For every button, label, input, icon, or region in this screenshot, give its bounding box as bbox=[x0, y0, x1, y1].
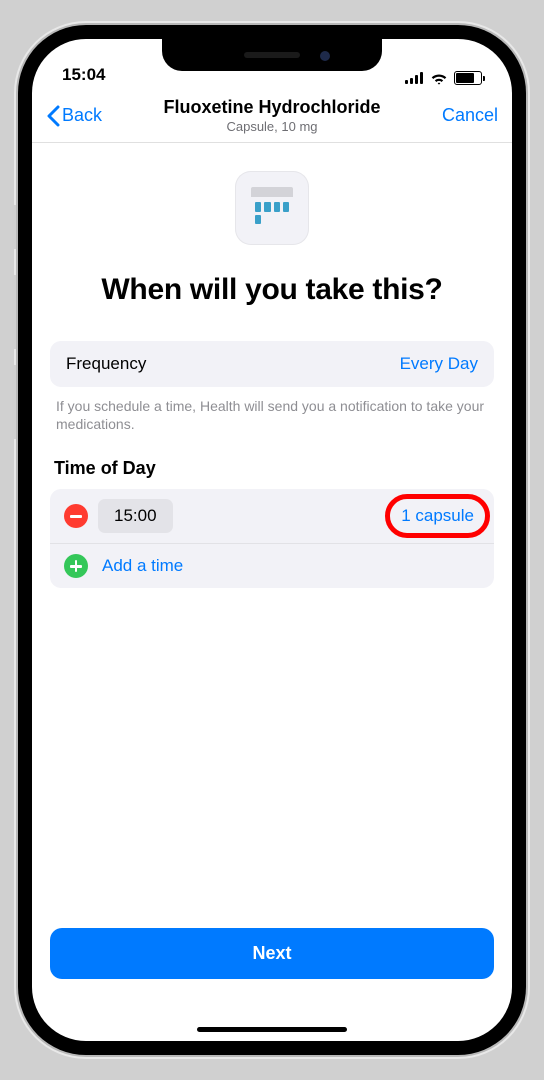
screen: 15:04 Back Fluoxetine Hydrochloride bbox=[32, 39, 512, 1041]
back-label: Back bbox=[62, 105, 102, 126]
time-picker[interactable]: 15:00 bbox=[98, 499, 173, 533]
chevron-left-icon bbox=[46, 105, 60, 127]
add-time-row[interactable]: Add a time bbox=[50, 544, 494, 588]
time-of-day-list: 15:00 1 capsule Add a time bbox=[50, 489, 494, 588]
status-time: 15:04 bbox=[62, 65, 105, 85]
battery-icon bbox=[454, 71, 482, 85]
wifi-icon bbox=[430, 72, 448, 85]
frequency-row[interactable]: Frequency Every Day bbox=[50, 341, 494, 387]
dose-button[interactable]: 1 capsule bbox=[395, 504, 480, 528]
remove-time-button[interactable] bbox=[64, 504, 88, 528]
cellular-icon bbox=[405, 72, 424, 84]
hint-text: If you schedule a time, Health will send… bbox=[56, 397, 488, 435]
nav-subtitle: Capsule, 10 mg bbox=[126, 119, 418, 134]
page-heading: When will you take this? bbox=[50, 271, 494, 309]
home-indicator[interactable] bbox=[197, 1027, 347, 1032]
next-button[interactable]: Next bbox=[50, 928, 494, 979]
time-of-day-label: Time of Day bbox=[54, 458, 490, 479]
phone-frame: 15:04 Back Fluoxetine Hydrochloride bbox=[18, 25, 526, 1055]
notch bbox=[162, 39, 382, 71]
nav-title-group: Fluoxetine Hydrochloride Capsule, 10 mg bbox=[126, 97, 418, 134]
nav-title: Fluoxetine Hydrochloride bbox=[126, 97, 418, 118]
add-time-icon bbox=[64, 554, 88, 578]
time-entry-row: 15:00 1 capsule bbox=[50, 489, 494, 544]
frequency-label: Frequency bbox=[66, 354, 400, 374]
calendar-icon bbox=[235, 171, 309, 245]
nav-bar: Back Fluoxetine Hydrochloride Capsule, 1… bbox=[32, 89, 512, 143]
cancel-button[interactable]: Cancel bbox=[418, 105, 498, 126]
dose-label: 1 capsule bbox=[401, 506, 474, 525]
frequency-value: Every Day bbox=[400, 354, 478, 374]
back-button[interactable]: Back bbox=[46, 105, 126, 127]
add-time-label: Add a time bbox=[102, 556, 183, 576]
